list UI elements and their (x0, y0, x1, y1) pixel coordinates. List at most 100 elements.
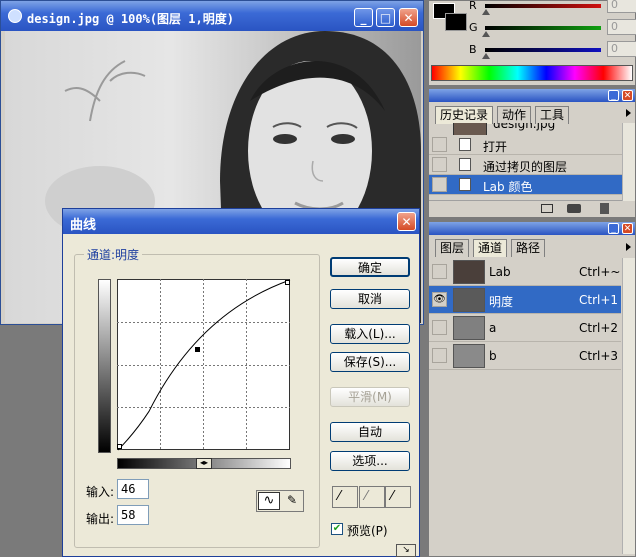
photoshop-doc-icon (8, 9, 22, 23)
expand-dialog-icon[interactable]: ↘ (396, 544, 416, 557)
snapshot-thumbnail (453, 123, 487, 135)
visibility-toggle[interactable] (432, 320, 447, 335)
tab-actions[interactable]: 动作 (497, 106, 532, 124)
visibility-toggle[interactable] (432, 348, 447, 363)
curve-tool-group: ∿ ✎ (256, 490, 304, 512)
ok-button[interactable]: 确定 (330, 257, 410, 277)
pencil-tool-icon[interactable]: ✎ (282, 492, 302, 510)
history-scrollbar[interactable] (622, 123, 635, 201)
color-spectrum-bar[interactable] (431, 65, 633, 81)
curves-title-bar[interactable]: 曲线 ✕ (63, 209, 419, 234)
color-value-field[interactable]: 0 (607, 0, 636, 13)
curve-graph[interactable] (117, 279, 291, 451)
curves-close-button[interactable]: ✕ (397, 212, 416, 231)
gradient-toggle-icon[interactable]: ◂▸ (196, 458, 212, 469)
channel-shortcut: Ctrl+3 (579, 349, 619, 363)
visibility-toggle[interactable] (432, 264, 447, 279)
history-item[interactable]: Lab 颜色 (429, 175, 623, 195)
history-item[interactable]: 打开 (429, 135, 623, 155)
history-brush-source-box[interactable] (432, 137, 447, 152)
channel-name: Lab (489, 265, 511, 279)
gray-eyedropper-icon[interactable]: ⁄ (359, 486, 385, 508)
channel-row[interactable]: a Ctrl+2 (429, 314, 621, 342)
history-close-button[interactable]: ✕ (622, 90, 633, 101)
channel-name: b (489, 349, 497, 363)
black-eyedropper-icon[interactable]: ⁄ (332, 486, 358, 508)
eye-icon[interactable]: 👁 (432, 292, 447, 307)
channel-thumbnail (453, 260, 485, 284)
history-item-label: 打开 (483, 140, 508, 154)
curve-endpoint-white[interactable] (285, 280, 290, 285)
palette-menu-arrow-icon[interactable] (626, 243, 631, 251)
channel-label: 通道:明度 (84, 246, 143, 263)
channel-shortcut: Ctrl+~ (579, 265, 621, 279)
history-palette: _ ✕ 历史记录 动作 工具 design.jpg 打开 通过拷贝的图层 Lab 颜… (428, 88, 636, 218)
history-item-label: Lab 颜色 (483, 180, 533, 194)
channel-thumbnail (453, 316, 485, 340)
channel-row[interactable]: 👁 明度 Ctrl+1 (429, 286, 621, 314)
smooth-button[interactable]: 平滑(M) (330, 387, 410, 407)
color-slider-row-r: R0 (469, 0, 636, 15)
output-label: 输出: (86, 512, 115, 526)
channels-palette-titlebar[interactable]: _ ✕ (429, 222, 635, 235)
history-footer (429, 200, 635, 217)
input-value-field[interactable]: 46 (117, 479, 149, 499)
document-title-bar[interactable]: design.jpg @ 100%(图层 1,明度) _ □ ✕ (1, 1, 423, 31)
channel-thumbnail (453, 344, 485, 368)
channels-minimize-button[interactable]: _ (608, 223, 619, 234)
options-button[interactable]: 选项... (330, 451, 410, 471)
history-minimize-button[interactable]: _ (608, 90, 619, 101)
minimize-button[interactable]: _ (354, 8, 373, 27)
camera-snapshot-icon[interactable] (567, 204, 581, 213)
output-value-field[interactable]: 58 (117, 505, 149, 525)
color-slider-row-g: G0 (469, 17, 636, 37)
tab-paths[interactable]: 路径 (511, 239, 546, 257)
color-slider-track[interactable] (485, 48, 601, 52)
document-icon (459, 158, 471, 171)
color-slider-track[interactable] (485, 26, 601, 30)
white-eyedropper-icon[interactable]: ⁄ (385, 486, 411, 508)
channel-name: 明度 (489, 295, 514, 309)
close-button[interactable]: ✕ (399, 8, 418, 27)
channels-scrollbar[interactable] (622, 258, 635, 554)
preview-checkbox[interactable]: ✔ (331, 523, 343, 535)
output-gradient-bar (98, 279, 111, 453)
color-slider-track[interactable] (485, 4, 601, 8)
color-value-field[interactable]: 0 (607, 41, 636, 57)
palette-menu-arrow-icon[interactable] (626, 109, 631, 117)
channels-close-button[interactable]: ✕ (622, 223, 633, 234)
new-document-icon[interactable] (541, 204, 553, 213)
document-title: design.jpg @ 100%(图层 1,明度) (27, 12, 234, 26)
maximize-button[interactable]: □ (376, 8, 395, 27)
tab-channels[interactable]: 通道 (473, 239, 508, 257)
history-brush-source-box[interactable] (432, 157, 447, 172)
history-snapshot-row[interactable]: design.jpg (429, 123, 623, 135)
input-label: 输入: (86, 485, 115, 499)
curves-title: 曲线 (70, 218, 97, 233)
slider-thumb-icon[interactable] (482, 53, 490, 59)
input-gradient-bar: ◂▸ (117, 458, 291, 469)
history-item[interactable]: 通过拷贝的图层 (429, 155, 623, 175)
tab-layers[interactable]: 图层 (435, 239, 470, 257)
slider-thumb-icon[interactable] (482, 9, 490, 15)
color-palette: R0 G0 B 0 (428, 0, 636, 86)
channel-letter: B (469, 43, 477, 56)
channel-row[interactable]: Lab Ctrl+~ (429, 258, 621, 286)
background-color-swatch[interactable] (445, 13, 467, 31)
auto-button[interactable]: 自动 (330, 422, 410, 442)
load-button[interactable]: 载入(L)... (330, 324, 410, 344)
curve-endpoint-black[interactable] (117, 444, 122, 449)
tab-history[interactable]: 历史记录 (435, 106, 494, 124)
channel-name: a (489, 321, 497, 335)
save-button[interactable]: 保存(S)... (330, 352, 410, 372)
tab-tools[interactable]: 工具 (535, 106, 570, 124)
channel-row[interactable]: b Ctrl+3 (429, 342, 621, 370)
cancel-button[interactable]: 取消 (330, 289, 410, 309)
curve-tool-icon[interactable]: ∿ (258, 492, 280, 510)
curve-control-point[interactable] (195, 347, 200, 352)
slider-thumb-icon[interactable] (482, 31, 490, 37)
color-value-field[interactable]: 0 (607, 19, 636, 35)
history-brush-source-box[interactable] (432, 177, 447, 192)
history-palette-titlebar[interactable]: _ ✕ (429, 89, 635, 102)
trash-icon[interactable] (600, 203, 609, 214)
